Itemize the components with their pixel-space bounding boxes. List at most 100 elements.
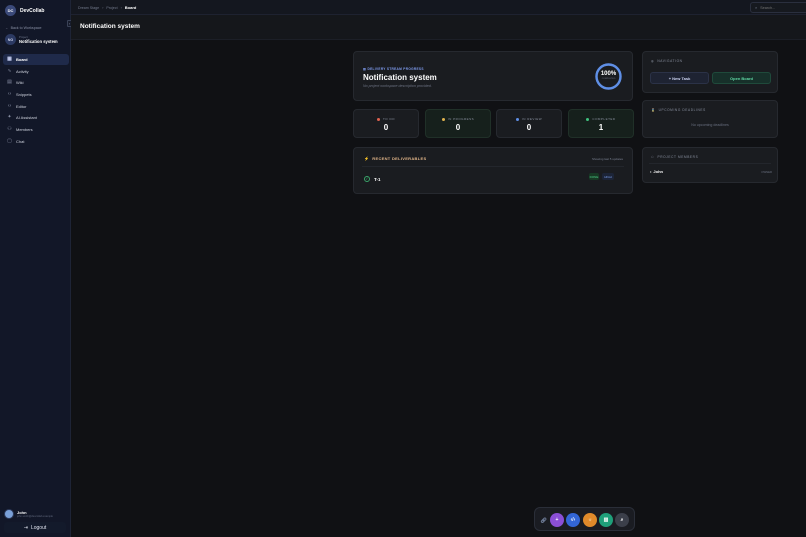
stat-in-progress: IN PROGRESS 0: [425, 109, 491, 138]
breadcrumb-item-workspace[interactable]: Dream Stage: [78, 6, 99, 10]
project-title: Notification system: [363, 73, 437, 82]
check-circle-icon: ✓: [364, 176, 370, 182]
chart-icon: ▥: [363, 67, 367, 71]
new-task-button[interactable]: + New Task: [650, 72, 709, 84]
member-name-text: John: [653, 169, 663, 174]
users-icon: ⚇: [7, 126, 12, 133]
sidebar-item-label: AI Assistant: [16, 115, 37, 121]
divider: [649, 163, 771, 164]
code-button[interactable]: ‹/›: [566, 513, 580, 527]
navigation-title: ◍ NAVIGATION: [651, 59, 683, 63]
activity-icon: ∿: [7, 67, 12, 74]
deliverable-name: T-1: [374, 176, 381, 182]
deadlines-empty-text: No upcoming deadlines: [691, 123, 729, 127]
search-button[interactable]: ⌕: [615, 513, 629, 527]
users-icon: ⚇: [651, 155, 655, 159]
priority-badge: HIGH: [602, 173, 614, 180]
project-description: No project workspace description provide…: [363, 84, 432, 88]
stat-in-review-label: IN REVIEW: [521, 117, 543, 121]
sidebar-item-activity[interactable]: ∿ Activity: [3, 66, 69, 77]
sidebar-item-board[interactable]: ▦ Board: [3, 54, 69, 65]
chat-icon: ▢: [7, 137, 12, 144]
stat-in-review-value: 0: [526, 123, 532, 132]
progress-percent: 100%: [600, 71, 617, 77]
sidebar-item-label: Wiki: [16, 80, 24, 86]
sidebar-item-wiki[interactable]: ▤ Wiki: [3, 77, 69, 88]
book-button[interactable]: ▥: [599, 513, 613, 527]
sidebar-item-members[interactable]: ⚇ Members: [3, 124, 69, 135]
sun-button[interactable]: ☼: [583, 513, 597, 527]
status-badge: DONE: [589, 173, 599, 180]
deadlines-title-text: UPCOMING DEADLINES: [658, 108, 706, 112]
logout-icon: ⇥: [23, 524, 28, 531]
sidebar-item-label: Members: [16, 127, 33, 133]
top-bar: Dream Stage › Project › Board ⌕: [71, 0, 806, 15]
brand-name: DevCollab: [20, 7, 45, 14]
search-box[interactable]: ⌕: [750, 2, 806, 13]
sidebar: DC DevCollab ‹ ← Back to Workspace NO Pr…: [0, 0, 72, 537]
sidebar-item-ai-assistant[interactable]: ✦ AI Assistant: [3, 112, 69, 123]
in-review-dot-icon: [515, 117, 519, 121]
back-label: Back to Workspace: [10, 26, 42, 30]
user-profile[interactable]: John john.smith@devcollab.example: [4, 509, 53, 519]
divider: [362, 166, 624, 167]
member-row[interactable]: • John OWNER: [650, 169, 772, 174]
list-item[interactable]: ✓ T-1: [364, 174, 624, 184]
sidebar-item-editor[interactable]: ‹› Editor: [3, 101, 69, 112]
recent-deliverables-title: ⚡ RECENT DELIVERABLES: [364, 156, 426, 161]
compass-icon: ◍: [651, 59, 655, 63]
progress-sub-label: COMPLETED: [601, 78, 616, 80]
app-root: DC DevCollab ‹ ← Back to Workspace NO Pr…: [0, 0, 806, 537]
logout-button[interactable]: ⇥ Logout: [4, 522, 66, 533]
stat-completed: COMPLETED 1: [568, 109, 634, 138]
todo-dot-icon: [377, 117, 381, 121]
navigation-card: ◍ NAVIGATION + New Task Open Board: [642, 51, 778, 93]
breadcrumb-item-current: Board: [124, 5, 137, 10]
avatar: [4, 509, 14, 519]
sidebar-item-chat[interactable]: ▢ Chat: [3, 136, 69, 147]
deadlines-card: ⌛ UPCOMING DEADLINES No upcoming deadlin…: [642, 100, 778, 138]
breadcrumb-item-project[interactable]: Project: [106, 6, 117, 10]
deadlines-title: ⌛ UPCOMING DEADLINES: [651, 108, 706, 112]
progress-card-label-text: DELIVERY STREAM PROGRESS: [367, 67, 424, 71]
stat-todo: TO DO 0: [353, 109, 419, 138]
stat-in-progress-value: 0: [455, 123, 461, 132]
search-icon: ⌕: [755, 5, 758, 10]
add-button[interactable]: +: [550, 513, 564, 527]
search-input[interactable]: [760, 5, 801, 10]
back-to-workspace-link[interactable]: ← Back to Workspace: [5, 26, 42, 30]
breadcrumb: Dream Stage › Project › Board: [78, 5, 136, 10]
recent-deliverables-card: ⚡ RECENT DELIVERABLES Showing last 5 upd…: [353, 147, 633, 194]
stat-completed-value: 1: [598, 123, 604, 132]
breadcrumb-separator: ›: [102, 5, 104, 10]
book-icon: ▤: [7, 79, 12, 86]
in-progress-dot-icon: [441, 117, 445, 121]
brand-logo: DC: [5, 5, 16, 16]
recent-deliverables-title-text: RECENT DELIVERABLES: [372, 156, 427, 161]
open-board-button[interactable]: Open Board: [712, 72, 771, 84]
link-icon[interactable]: 🔗︎: [539, 516, 548, 525]
progress-card-label: ▥ DELIVERY STREAM PROGRESS: [363, 67, 424, 71]
sidebar-item-label: Activity: [16, 68, 29, 74]
hourglass-icon: ⌛: [651, 108, 656, 112]
logout-label: Logout: [30, 524, 47, 531]
project-avatar: NO: [5, 34, 16, 45]
board-icon: ▦: [7, 56, 12, 62]
page-header: Notification system: [71, 15, 806, 40]
member-role: OWNER: [761, 169, 772, 174]
stat-todo-value: 0: [383, 123, 389, 132]
members-title-text: PROJECT MEMBERS: [657, 155, 699, 159]
project-switcher[interactable]: NO Project Notification system: [5, 34, 58, 45]
sidebar-nav: ▦ Board ∿ Activity ▤ Wiki ‹› Snippets ‹› Editor ✦ A…: [3, 54, 69, 148]
dot-icon: •: [650, 169, 652, 174]
sidebar-item-label: Chat: [16, 138, 25, 144]
sidebar-item-label: Snippets: [16, 92, 32, 98]
members-title: ⚇ PROJECT MEMBERS: [651, 155, 698, 159]
sidebar-item-snippets[interactable]: ‹› Snippets: [3, 89, 69, 100]
members-card: ⚇ PROJECT MEMBERS • John OWNER: [642, 147, 778, 183]
brand[interactable]: DC DevCollab: [5, 5, 44, 16]
user-email: john.smith@devcollab.example: [17, 515, 53, 518]
arrow-left-icon: ←: [5, 26, 9, 30]
stat-in-review: IN REVIEW 0: [496, 109, 562, 138]
stat-completed-label: COMPLETED: [592, 117, 616, 121]
